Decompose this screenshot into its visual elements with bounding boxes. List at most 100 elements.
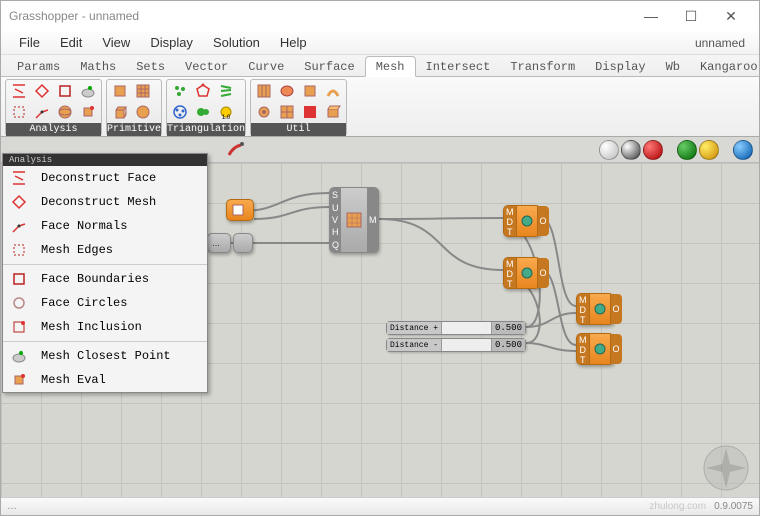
deconstruct-face-icon: [9, 168, 29, 188]
mesh-edges-icon: [9, 240, 29, 260]
toolgroup-primitive: Primitive: [106, 79, 162, 136]
mesh-surface-icon[interactable]: [322, 81, 344, 101]
mesh-eval-icon[interactable]: [77, 102, 99, 122]
menuitem-mesh-inclusion[interactable]: Mesh Inclusion: [3, 315, 207, 339]
component-offset-4[interactable]: MDT O: [576, 333, 614, 365]
maximize-button[interactable]: ☐: [671, 2, 711, 30]
mesh-weld-icon[interactable]: [253, 102, 275, 122]
facet-dome-icon[interactable]: 1.0: [215, 102, 237, 122]
mesh-sphere-icon[interactable]: [54, 102, 76, 122]
component-offset-3[interactable]: MDT O: [576, 293, 614, 325]
mesh-color-icon[interactable]: [299, 102, 321, 122]
shade-blue-icon[interactable]: [733, 140, 753, 160]
menuitem-mesh-edges[interactable]: Mesh Edges: [3, 238, 207, 262]
delaunay-icon[interactable]: [169, 81, 191, 101]
preview-wire-icon[interactable]: [599, 140, 619, 160]
convex-hull-icon[interactable]: [192, 81, 214, 101]
titlebar: Grasshopper - unnamed — ☐ ✕: [1, 1, 759, 31]
menu-display[interactable]: Display: [140, 33, 203, 52]
menuitem-face-boundaries[interactable]: Face Boundaries: [3, 267, 207, 291]
menu-view[interactable]: View: [92, 33, 140, 52]
menuitem-mesh-eval[interactable]: Mesh Eval: [3, 368, 207, 392]
compass-icon[interactable]: [701, 443, 751, 493]
deconstruct-face-icon[interactable]: [8, 81, 30, 101]
tab-wb[interactable]: Wb: [656, 57, 690, 76]
mesh-settings-icon[interactable]: [299, 81, 321, 101]
dropdown-header: Analysis: [3, 154, 207, 166]
menubar: File Edit View Display Solution Help unn…: [1, 31, 759, 55]
component-partial-1[interactable]: …: [207, 233, 231, 253]
menuitem-face-circles[interactable]: Face Circles: [3, 291, 207, 315]
menuitem-mesh-closest-point[interactable]: Mesh Closest Point: [3, 344, 207, 368]
component-partial-2[interactable]: [233, 233, 253, 253]
tab-transform[interactable]: Transform: [500, 57, 585, 76]
port-out-M[interactable]: M: [369, 215, 377, 225]
menu-edit[interactable]: Edit: [50, 33, 92, 52]
document-name[interactable]: unnamed: [695, 36, 751, 50]
preview-shade-icon[interactable]: [621, 140, 641, 160]
preview-selected-icon[interactable]: [643, 140, 663, 160]
menu-file[interactable]: File: [9, 33, 50, 52]
svg-text:1.0: 1.0: [222, 115, 231, 120]
window-title: Grasshopper - unnamed: [9, 9, 631, 23]
menuitem-deconstruct-face[interactable]: Deconstruct Face: [3, 166, 207, 190]
port-H[interactable]: H: [332, 227, 339, 237]
menu-solution[interactable]: Solution: [203, 33, 270, 52]
mesh-grid-icon[interactable]: [132, 81, 154, 101]
toolgroup-util-label[interactable]: Util: [251, 123, 346, 136]
port-S[interactable]: S: [332, 190, 339, 200]
shade-yellow-icon[interactable]: [699, 140, 719, 160]
tab-sets[interactable]: Sets: [126, 57, 175, 76]
toolgroup-primitive-label[interactable]: Primitive: [107, 123, 161, 136]
component-offset-1[interactable]: MDT O: [503, 205, 541, 237]
port-Q[interactable]: Q: [332, 240, 339, 250]
toolgroup-analysis-label[interactable]: Analysis: [6, 123, 101, 136]
menuitem-deconstruct-mesh[interactable]: Deconstruct Mesh: [3, 190, 207, 214]
mesh-closest-point-icon[interactable]: [77, 81, 99, 101]
voronoi-icon[interactable]: [169, 102, 191, 122]
tab-display[interactable]: Display: [585, 57, 655, 76]
face-normals-icon[interactable]: [31, 102, 53, 122]
port-V[interactable]: V: [332, 215, 339, 225]
tab-vector[interactable]: Vector: [175, 57, 238, 76]
mesh-closest-point-icon: [9, 346, 29, 366]
slider-distance-plus[interactable]: Distance + 0.500: [386, 321, 526, 335]
tab-kangaroo[interactable]: Kangaroo: [690, 57, 760, 76]
metaball-icon[interactable]: [192, 102, 214, 122]
slider-distance-minus[interactable]: Distance - 0.500: [386, 338, 526, 352]
mesh-brep-icon[interactable]: [322, 102, 344, 122]
shade-green-icon[interactable]: [677, 140, 697, 160]
mesh-shadow-icon[interactable]: [276, 81, 298, 101]
status-left: …: [7, 501, 17, 512]
ribbon-tabs: Params Maths Sets Vector Curve Surface M…: [1, 55, 759, 77]
toolgroup-triangulation-label[interactable]: Triangulation: [167, 123, 245, 136]
tab-params[interactable]: Params: [7, 57, 70, 76]
tab-surface[interactable]: Surface: [294, 57, 364, 76]
status-watermark: zhulong.com: [649, 501, 706, 512]
tab-mesh[interactable]: Mesh: [365, 56, 416, 77]
deconstruct-mesh-icon[interactable]: [31, 81, 53, 101]
component-small-1[interactable]: [226, 199, 254, 221]
port-U[interactable]: U: [332, 203, 339, 213]
sketch-icon[interactable]: [227, 141, 249, 159]
mesh-edges-icon[interactable]: [8, 102, 30, 122]
mesh-plane-icon[interactable]: [109, 81, 131, 101]
tab-curve[interactable]: Curve: [238, 57, 294, 76]
mesh-box-icon[interactable]: [109, 102, 131, 122]
tab-maths[interactable]: Maths: [70, 57, 126, 76]
component-offset-2[interactable]: MDT O: [503, 257, 541, 289]
face-boundaries-icon[interactable]: [54, 81, 76, 101]
close-button[interactable]: ✕: [711, 2, 751, 30]
mesh-grid2-icon[interactable]: [276, 102, 298, 122]
menu-help[interactable]: Help: [270, 33, 317, 52]
toolgroup-triangulation: 1.0 Triangulation: [166, 79, 246, 136]
menuitem-face-normals[interactable]: Face Normals: [3, 214, 207, 238]
mesh-join-icon[interactable]: [253, 81, 275, 101]
analysis-dropdown: Analysis Deconstruct Face Deconstruct Me…: [2, 153, 208, 393]
tool-panel: Analysis Primitive 1.0 Triangulation: [1, 77, 759, 137]
minimize-button[interactable]: —: [631, 2, 671, 30]
substrate-icon[interactable]: [215, 81, 237, 101]
component-mesh-loft[interactable]: S U V H Q M: [329, 187, 379, 253]
mesh-ball-icon[interactable]: [132, 102, 154, 122]
tab-intersect[interactable]: Intersect: [416, 57, 501, 76]
